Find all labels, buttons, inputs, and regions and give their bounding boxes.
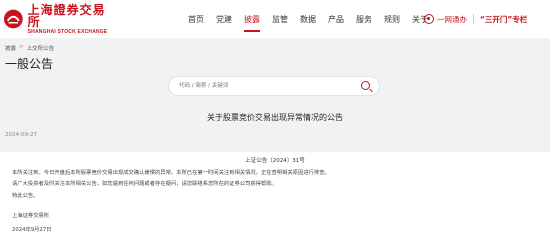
signature-organization: 上海证券交易所 [12, 213, 50, 219]
search-icon[interactable] [361, 81, 370, 90]
promo-links: 一网通办 “三开门”专栏 [424, 11, 527, 27]
breadcrumb-item-announcements[interactable]: 上交所公告 [27, 44, 55, 52]
page-banner: 披露 > 上交所公告 一般公告 关于股票竞价交易出现异常情况的公告 2024-0… [0, 38, 550, 152]
logo-english-name: SHANGHAI STOCK EXCHANGE [27, 28, 108, 35]
search-input[interactable] [179, 77, 349, 95]
sse-emblem-icon [3, 9, 23, 29]
sse-logo[interactable]: 上海證券交易所 SHANGHAI STOCK EXCHANGE [3, 2, 113, 35]
promo-divider [473, 14, 474, 24]
document-number: 上证公告〔2024〕31号 [245, 158, 305, 164]
nav-home[interactable]: 首页 [188, 12, 204, 28]
nav-rules[interactable]: 规则 [384, 12, 400, 28]
one-stop-service-icon [424, 14, 434, 24]
article-title: 关于股票竞价交易出现异常情况的公告 [207, 113, 343, 122]
nav-data[interactable]: 数据 [300, 12, 316, 28]
breadcrumb: 披露 > 上交所公告 [5, 44, 54, 52]
page-title: 一般公告 [5, 57, 54, 71]
article-body: 上证公告〔2024〕31号 本所关注到，今日开盘后本所股票竞价交易出现成交确认缓… [0, 152, 550, 242]
search-box [168, 76, 380, 96]
nav-products[interactable]: 产品 [328, 12, 344, 28]
nav-party[interactable]: 党建 [216, 12, 232, 28]
site-header: 上海證券交易所 SHANGHAI STOCK EXCHANGE 首页 党建 披露… [0, 0, 550, 38]
one-stop-service-link[interactable]: 一网通办 [437, 14, 467, 25]
three-open-doors-link[interactable]: “三开门”专栏 [480, 14, 527, 25]
breadcrumb-separator: > [19, 44, 24, 50]
signature-date: 2024年9月27日 [12, 227, 52, 233]
article-paragraph: 特此公告。 [12, 193, 39, 199]
article-paragraph: 本所关注到，今日开盘后本所股票竞价交易出现成交确认缓慢的异常。本所已在第一时间关… [12, 170, 330, 176]
nav-regulation[interactable]: 监管 [272, 12, 288, 28]
article-date: 2024-09-27 [5, 132, 37, 138]
main-nav: 首页 党建 披露 监管 数据 产品 服务 规则 关于 [188, 12, 440, 32]
nav-disclosure[interactable]: 披露 [244, 12, 260, 32]
nav-services[interactable]: 服务 [356, 12, 372, 28]
breadcrumb-item-disclosure[interactable]: 披露 [5, 44, 16, 52]
logo-chinese-name: 上海證券交易所 [27, 2, 106, 29]
article-paragraph: 请广大投资者及时关注本所相关公告。如您遇到任何问题或者存在疑问，请您联络系您所在… [12, 181, 277, 187]
